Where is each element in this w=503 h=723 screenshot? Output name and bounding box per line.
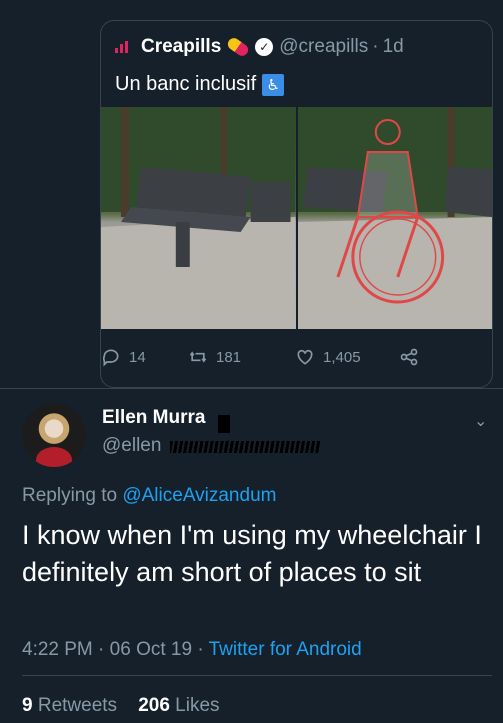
tweet-metadata: 4:22 PM · 06 Oct 19 · Twitter for Androi… bbox=[22, 639, 362, 661]
share-action[interactable] bbox=[399, 347, 427, 367]
retweets-label: Retweets bbox=[37, 695, 118, 716]
heart-icon bbox=[297, 349, 313, 365]
reply-count: 14 bbox=[129, 348, 146, 366]
divider bbox=[22, 675, 492, 676]
tweet-date[interactable]: 06 Oct 19 bbox=[110, 639, 192, 660]
tweet-text: I know when I'm using my wheelchair I de… bbox=[22, 520, 482, 587]
author-name[interactable]: Ellen Murra bbox=[102, 407, 205, 429]
quoted-tweet-actions: 14 181 1,405 bbox=[101, 347, 492, 371]
likes-count: 206 bbox=[138, 695, 170, 716]
quoted-tweet-body: Un banc inclusif bbox=[115, 73, 257, 95]
bench-photo[interactable] bbox=[101, 107, 296, 329]
retweet-icon bbox=[189, 351, 207, 363]
quoted-author-name[interactable]: Creapills bbox=[141, 36, 221, 58]
replying-to-mention[interactable]: @AliceAvizandum bbox=[122, 485, 276, 506]
separator: · bbox=[197, 639, 204, 660]
retweets-stat[interactable]: 9 Retweets bbox=[22, 695, 117, 716]
bench-wheelchair-illustration bbox=[297, 107, 492, 329]
author-handle[interactable]: @ellen bbox=[102, 435, 161, 457]
separator: · bbox=[98, 639, 105, 660]
tweet-stats: 9 Retweets 206 Likes bbox=[22, 695, 220, 717]
tweet-time[interactable]: 4:22 PM bbox=[22, 639, 93, 660]
replying-to-line: Replying to @AliceAvizandum bbox=[22, 485, 276, 507]
retweet-action[interactable]: 181 bbox=[188, 347, 241, 367]
main-tweet: Ellen Murra @ellen ⌄ Replying to @AliceA… bbox=[0, 388, 503, 723]
quoted-tweet-header: Creapills ✓ @creapills · 1d bbox=[115, 35, 404, 59]
like-count: 1,405 bbox=[323, 348, 361, 366]
bench-illustration bbox=[101, 107, 296, 329]
avatar[interactable] bbox=[22, 403, 86, 467]
likes-label: Likes bbox=[175, 695, 220, 716]
bench-wheelchair-photo[interactable] bbox=[297, 107, 492, 329]
reply-icon bbox=[102, 349, 119, 367]
separator: · bbox=[372, 36, 379, 57]
quoted-timestamp[interactable]: 1d bbox=[383, 36, 404, 58]
like-action[interactable]: 1,405 bbox=[295, 347, 361, 367]
redaction-scribble bbox=[170, 441, 320, 453]
verified-icon: ✓ bbox=[255, 38, 274, 56]
likes-stat[interactable]: 206 Likes bbox=[138, 695, 219, 716]
redaction-mark bbox=[218, 415, 230, 433]
reply-action[interactable]: 14 bbox=[101, 347, 146, 367]
retweet-count: 181 bbox=[216, 348, 242, 366]
media-grid[interactable] bbox=[101, 107, 492, 329]
pill-emoji-icon bbox=[225, 35, 251, 59]
replying-prefix: Replying to bbox=[22, 485, 118, 506]
retweets-count: 9 bbox=[22, 695, 33, 716]
chevron-down-icon[interactable]: ⌄ bbox=[474, 411, 487, 431]
wheelchair-emoji-icon: ♿ bbox=[262, 73, 285, 96]
quoted-tweet-card[interactable]: Creapills ✓ @creapills · 1d Un banc incl… bbox=[100, 20, 493, 388]
quoted-tweet-text: Un banc inclusif ♿ bbox=[115, 73, 285, 96]
tweet-source[interactable]: Twitter for Android bbox=[209, 639, 362, 660]
bars-logo-icon bbox=[115, 41, 131, 53]
share-icon bbox=[400, 348, 418, 366]
quoted-author-handle[interactable]: @creapills bbox=[279, 36, 368, 58]
